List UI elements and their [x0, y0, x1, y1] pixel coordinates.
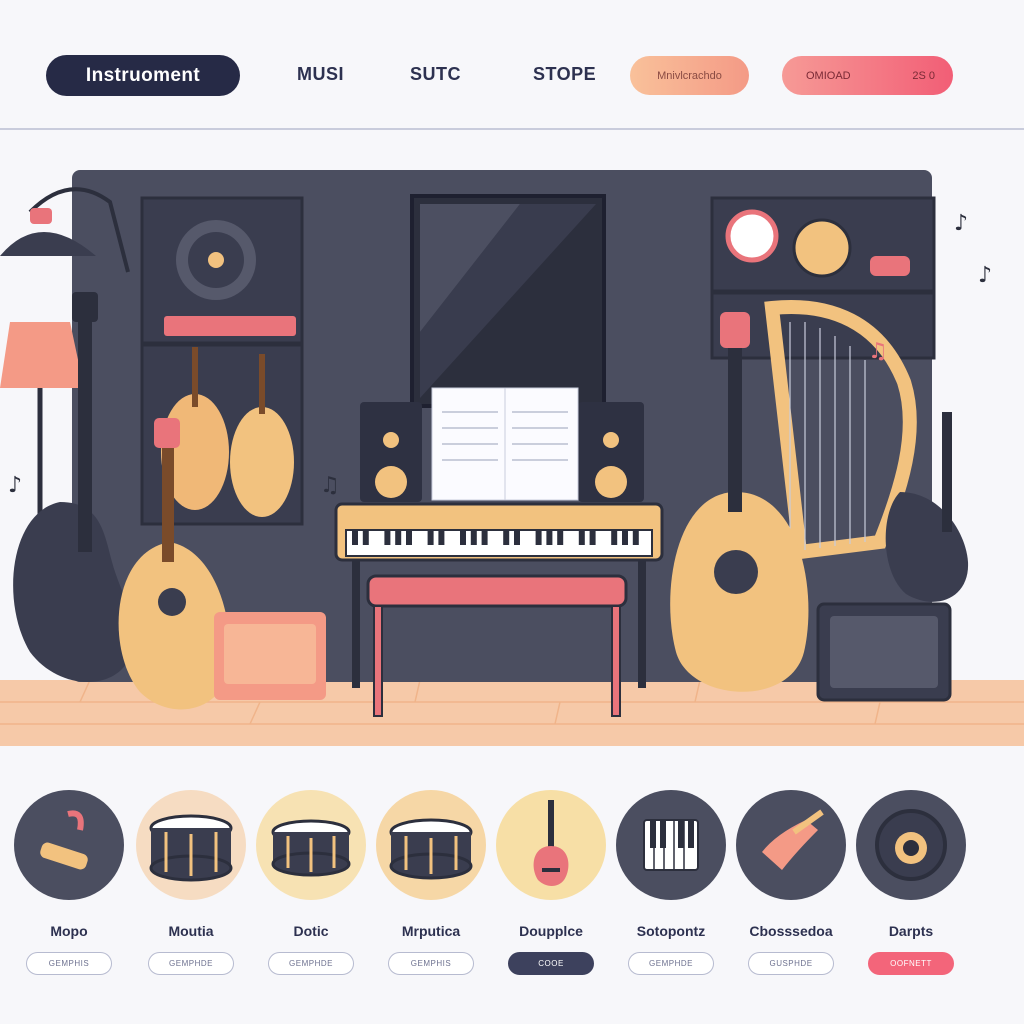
studio-window: [410, 194, 606, 408]
category-button[interactable]: OOFNETT: [868, 952, 954, 975]
horn-icon: [762, 809, 824, 870]
speaker-icon: [875, 809, 947, 881]
keyboard-icon: [643, 819, 699, 871]
category-image-sotopontz[interactable]: [616, 790, 726, 900]
cart-pill-value: 2S 0: [912, 69, 935, 82]
category-card: Dotic GEMPHDE: [256, 790, 376, 990]
category-label: Moutia: [168, 923, 214, 939]
category-label: Mrputica: [401, 923, 461, 939]
category-button[interactable]: GEMPHDE: [268, 952, 354, 975]
piano-black-key: [546, 530, 553, 545]
svg-text:♫: ♫: [320, 473, 340, 498]
piano-black-key: [395, 530, 402, 545]
tom-drum-icon: [389, 818, 473, 880]
piano-black-key: [384, 530, 391, 545]
piano-black-key: [503, 530, 510, 545]
piano-black-key: [427, 530, 434, 545]
piano-black-key: [557, 530, 564, 545]
category-card: Cbosssedoa GUSPHDE: [736, 790, 856, 990]
category-button[interactable]: GUSPHDE: [748, 952, 834, 975]
brand-logo[interactable]: Instruoment: [46, 55, 240, 96]
sheet-music-stand: [431, 387, 579, 501]
right-amplifier: [816, 602, 952, 702]
category-card: Darpts OOFNETT: [856, 790, 976, 990]
studio-scene-svg: ♪ ♪ ♪ ♫ ♫: [0, 170, 1024, 746]
nav-link-sutc[interactable]: SUTC: [410, 64, 461, 85]
drum-icon: [149, 814, 233, 882]
svg-text:♪: ♪: [8, 473, 22, 498]
header-divider: [0, 128, 1024, 130]
piano-black-key: [481, 530, 488, 545]
cart-pill-button[interactable]: OMIOAD 2S 0: [782, 56, 953, 95]
category-button[interactable]: GEMPHIS: [388, 952, 474, 975]
category-label: Sotopontz: [636, 923, 706, 939]
svg-text:♪: ♪: [954, 211, 968, 236]
category-image-doupplce[interactable]: [496, 790, 606, 900]
category-button[interactable]: GEMPHDE: [628, 952, 714, 975]
category-image-dotic[interactable]: [256, 790, 366, 900]
category-image-mrputica[interactable]: [376, 790, 486, 900]
piano-black-key: [514, 530, 520, 545]
category-card: Sotopontz GEMPHDE: [616, 790, 736, 990]
nav-link-stope[interactable]: STOPE: [533, 64, 596, 85]
category-button[interactable]: COOE: [508, 952, 594, 975]
piano-black-key: [438, 530, 445, 545]
piano-black-key: [589, 530, 596, 545]
category-image-darpts[interactable]: [856, 790, 966, 900]
category-button[interactable]: GEMPHIS: [26, 952, 112, 975]
category-label: Doupplce: [519, 923, 583, 939]
left-amplifier: [214, 612, 326, 700]
category-image-moutia[interactable]: [136, 790, 246, 900]
category-image-cbosssedoa[interactable]: [736, 790, 846, 900]
nav-link-musi[interactable]: MUSI: [297, 64, 344, 85]
category-card: Doupplce COOE: [496, 790, 616, 990]
piano-black-key: [611, 530, 618, 545]
piano-black-key: [352, 530, 358, 545]
microphone-icon: [40, 810, 88, 870]
piano-black-key: [362, 530, 369, 545]
category-label: Mopo: [50, 923, 88, 939]
piano-black-key: [460, 530, 466, 545]
piano-black-key: [470, 530, 477, 545]
category-card: Mopo GEMPHIS: [14, 790, 134, 990]
category-row: Mopo GEMPHIS Moutia GEMPHDE Dotic GEMPHD…: [0, 790, 1024, 990]
category-image-mopo[interactable]: [14, 790, 124, 900]
category-card: Moutia GEMPHDE: [136, 790, 256, 990]
instrument-store-page: Instruoment MUSI SUTC STOPE Mnivlcrachdo…: [0, 0, 1024, 1024]
search-pill-button[interactable]: Mnivlcrachdo: [630, 56, 749, 95]
category-label: Dotic: [293, 923, 329, 939]
search-pill-label: Mnivlcrachdo: [657, 69, 722, 82]
svg-text:♪: ♪: [978, 263, 992, 288]
category-label: Darpts: [888, 923, 934, 939]
piano-black-key: [578, 530, 585, 545]
piano-black-key: [535, 530, 542, 545]
category-label: Cbosssedoa: [749, 923, 833, 939]
piano-black-key: [622, 530, 628, 545]
cart-pill-label: OMIOAD: [806, 69, 851, 82]
category-button[interactable]: GEMPHDE: [148, 952, 234, 975]
svg-text:♫: ♫: [868, 339, 888, 364]
piano-black-key: [632, 530, 639, 545]
piano-black-key: [406, 530, 412, 545]
top-header: Instruoment MUSI SUTC STOPE Mnivlcrachdo…: [0, 0, 1024, 128]
hero-studio-illustration: ♪ ♪ ♪ ♫ ♫: [0, 132, 1024, 752]
guitar-icon: [533, 800, 569, 886]
category-card: Mrputica GEMPHIS: [376, 790, 496, 990]
snare-drum-icon: [271, 819, 351, 877]
